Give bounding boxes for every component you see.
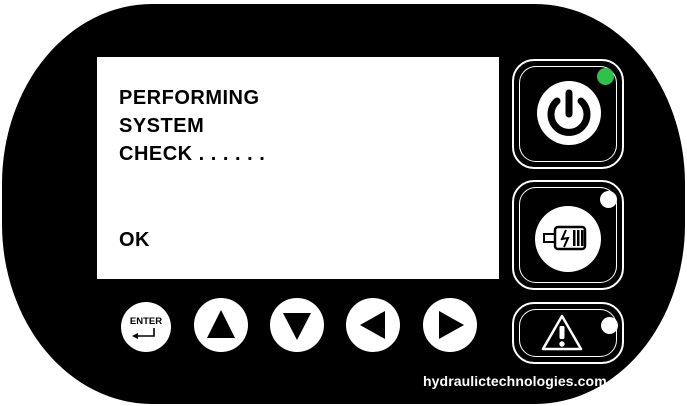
down-button[interactable] — [270, 298, 324, 352]
warning-status-led — [601, 317, 618, 334]
up-button[interactable] — [194, 298, 248, 352]
right-button[interactable] — [423, 298, 477, 352]
display-status: OK — [119, 229, 150, 251]
lcd-display: PERFORMING SYSTEM CHECK . . . . . . OK — [97, 57, 499, 279]
brand-url: hydraulictechnologies.com — [423, 373, 607, 389]
warning-button[interactable] — [512, 302, 624, 364]
display-line-3: CHECK . . . . . . — [119, 143, 266, 165]
display-line-2: SYSTEM — [119, 115, 205, 137]
enter-arrow-icon — [132, 328, 155, 339]
triangle-up-icon — [207, 310, 235, 338]
motor-icon — [543, 225, 587, 251]
power-button[interactable] — [512, 59, 624, 169]
left-button[interactable] — [346, 298, 400, 352]
enter-button[interactable]: ENTER — [121, 302, 171, 352]
display-line-1: PERFORMING — [119, 87, 260, 109]
motor-status-led — [600, 191, 617, 208]
power-status-led — [597, 68, 614, 85]
motor-button[interactable] — [512, 180, 624, 290]
power-icon — [547, 89, 591, 136]
warning-icon — [541, 314, 583, 351]
triangle-down-icon — [283, 313, 311, 340]
triangle-left-icon — [360, 311, 385, 339]
triangle-right-icon — [439, 311, 464, 339]
